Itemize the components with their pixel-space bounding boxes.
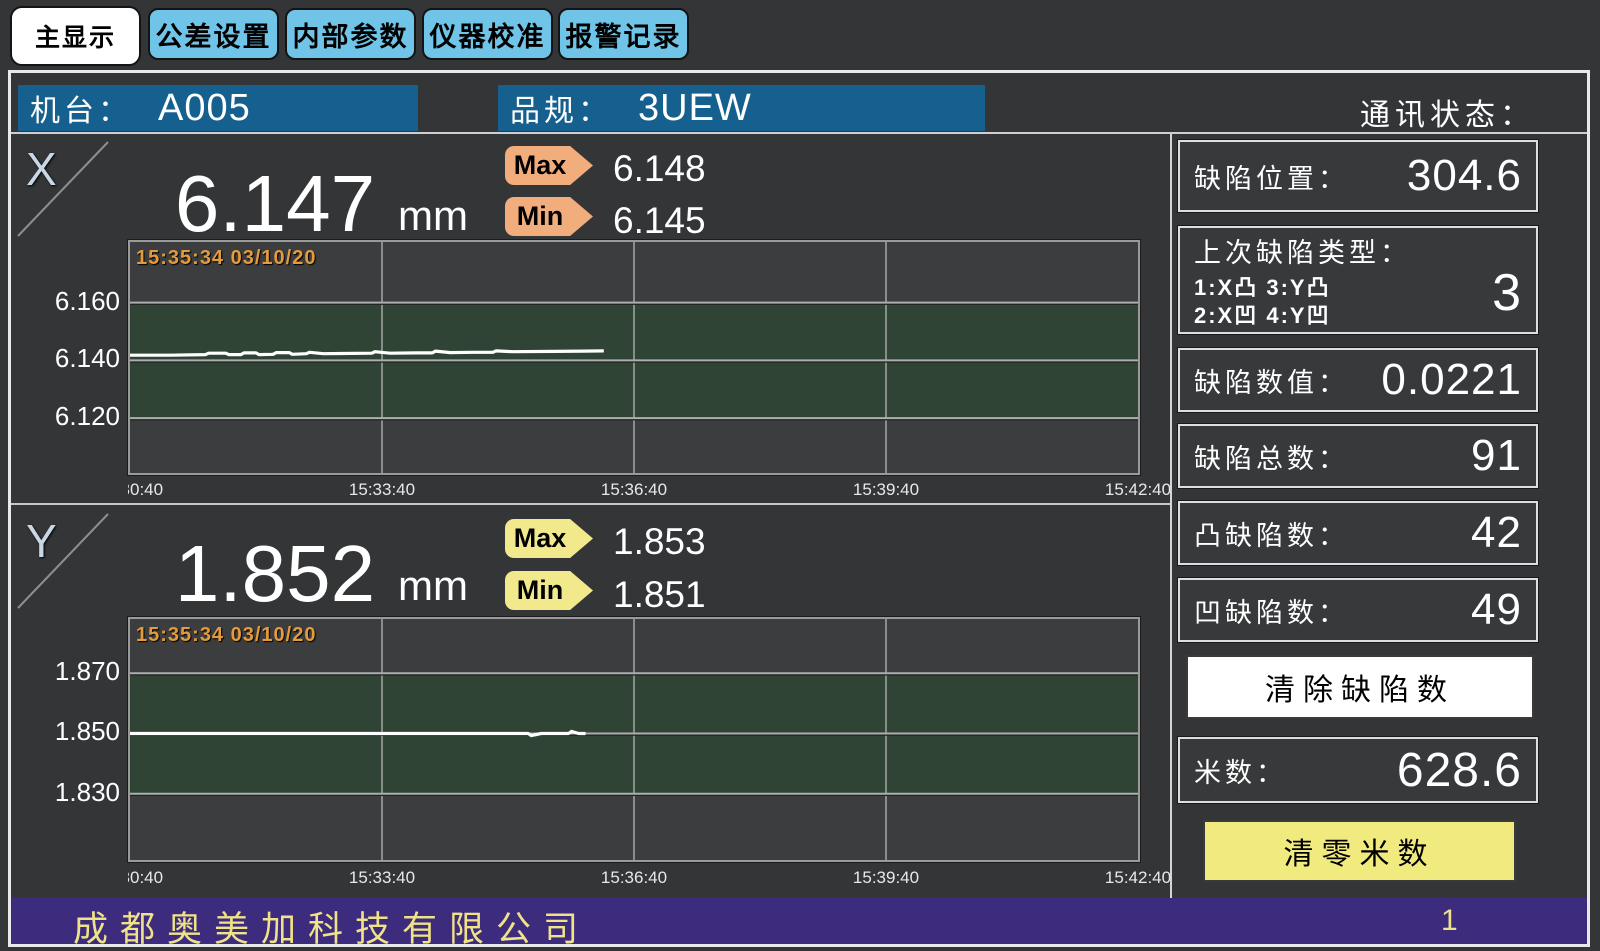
defect-total-label: 缺陷总数： [1194,437,1349,476]
tab-main-display[interactable]: 主显示 [10,6,141,66]
x-tick-label: 15:36:40 [574,480,694,500]
vertical-divider [1170,134,1172,898]
x-max-value: 6.148 [613,148,706,190]
convex-defect-count-label: 凸缺陷数： [1194,514,1349,553]
reset-meters-button[interactable]: 清零米数 [1203,820,1516,882]
last-defect-type-value: 3 [1492,263,1522,323]
y-tick-label: 1.850 [30,716,120,747]
last-defect-type-box: 上次缺陷类型： 1:X凸 3:Y凸 2:X凹 4:Y凹 3 [1178,226,1538,334]
y-chart-y-axis-labels: 1.870 1.850 1.830 [30,617,120,862]
x-tick-label: 15:33:40 [322,480,442,500]
machine-value: A005 [158,87,251,130]
y-max-value: 1.853 [613,521,706,563]
defect-type-legend-line1: 1:X凸 3:Y凸 [1194,274,1411,302]
tab-internal-parameters[interactable]: 内部参数 [285,8,416,60]
defect-value-value: 0.0221 [1381,355,1522,405]
machine-label: 机台： [30,86,132,130]
x-current-value: 6.147 [150,158,400,250]
machine-field[interactable]: 机台： A005 [18,85,418,131]
page-number: 1 [1441,904,1458,938]
x-trend-chart [128,240,1140,475]
spec-value: 3UEW [638,87,752,130]
comm-status-label: 通讯状态： [1250,90,1535,134]
defect-type-legend-line2: 2:X凹 4:Y凹 [1194,302,1411,330]
y-tick-label: 1.830 [30,777,120,808]
hmi-screen: 主显示 公差设置 内部参数 仪器校准 报警记录 机台： A005 品规： 3UE… [0,0,1600,951]
y-max-badge: Max [505,519,593,558]
y-current-value: 1.852 [150,528,400,620]
x-max-badge: Max [505,146,593,185]
defect-total-box: 缺陷总数： 91 [1178,424,1538,488]
y-unit: mm [398,562,468,610]
y-min-badge: Min [505,571,593,610]
x-tick-label: 15:39:40 [826,868,946,888]
spec-label: 品规： [510,86,612,130]
header-divider [11,132,1587,134]
x-chart-y-axis-labels: 6.160 6.140 6.120 [30,240,120,475]
y-tick-label: 6.140 [30,343,120,374]
footer-bar: 成都奥美加科技有限公司 1 [11,898,1589,944]
x-tick-label: 15:33:40 [322,868,442,888]
concave-defect-count-box: 凹缺陷数： 49 [1178,578,1538,642]
x-tick-label: 15:42:40 [1078,868,1170,888]
company-name: 成都奥美加科技有限公司 [73,901,590,951]
tab-alarm-records[interactable]: 报警记录 [558,8,689,60]
y-chart-timestamp: 15:35:34 03/10/20 [136,624,316,647]
last-defect-type-title: 上次缺陷类型： [1194,231,1411,270]
meters-label: 米数： [1194,751,1287,790]
y-tick-label: 6.120 [30,401,120,432]
x-min-badge: Min [505,197,593,236]
y-tick-label: 6.160 [30,286,120,317]
defect-value-label: 缺陷数值： [1194,361,1349,400]
defect-position-box: 缺陷位置： 304.6 [1178,140,1538,212]
concave-defect-count-value: 49 [1471,585,1522,635]
x-diagonal-decoration [14,138,112,240]
x-tick-label: 15:30:40 [128,480,190,500]
y-chart-x-axis-labels: 15:30:40 15:33:40 15:36:40 15:39:40 15:42:40 [128,868,1170,894]
x-tick-label: 15:30:40 [128,868,190,888]
tab-tolerance-settings[interactable]: 公差设置 [148,8,279,60]
defect-position-label: 缺陷位置： [1194,157,1349,196]
meters-value: 628.6 [1397,743,1522,798]
y-trend-chart [128,617,1140,862]
x-tick-label: 15:42:40 [1078,480,1170,500]
defect-value-box: 缺陷数值： 0.0221 [1178,348,1538,412]
y-min-value: 1.851 [613,574,706,616]
tab-instrument-calibration[interactable]: 仪器校准 [422,8,553,60]
defect-total-value: 91 [1471,431,1522,481]
x-tick-label: 15:39:40 [826,480,946,500]
defect-position-value: 304.6 [1407,151,1522,201]
concave-defect-count-label: 凹缺陷数： [1194,591,1349,630]
convex-defect-count-value: 42 [1471,508,1522,558]
x-unit: mm [398,192,468,240]
y-tick-label: 1.870 [30,656,120,687]
spec-field[interactable]: 品规： 3UEW [498,85,985,131]
x-chart-x-axis-labels: 15:30:40 15:33:40 15:36:40 15:39:40 15:42:40 [128,480,1170,506]
x-chart-timestamp: 15:35:34 03/10/20 [136,247,316,270]
clear-defects-button[interactable]: 清除缺陷数 [1186,655,1534,719]
convex-defect-count-box: 凸缺陷数： 42 [1178,501,1538,565]
y-diagonal-decoration [14,510,112,612]
x-tick-label: 15:36:40 [574,868,694,888]
x-min-value: 6.145 [613,200,706,242]
meters-box: 米数： 628.6 [1178,737,1538,803]
